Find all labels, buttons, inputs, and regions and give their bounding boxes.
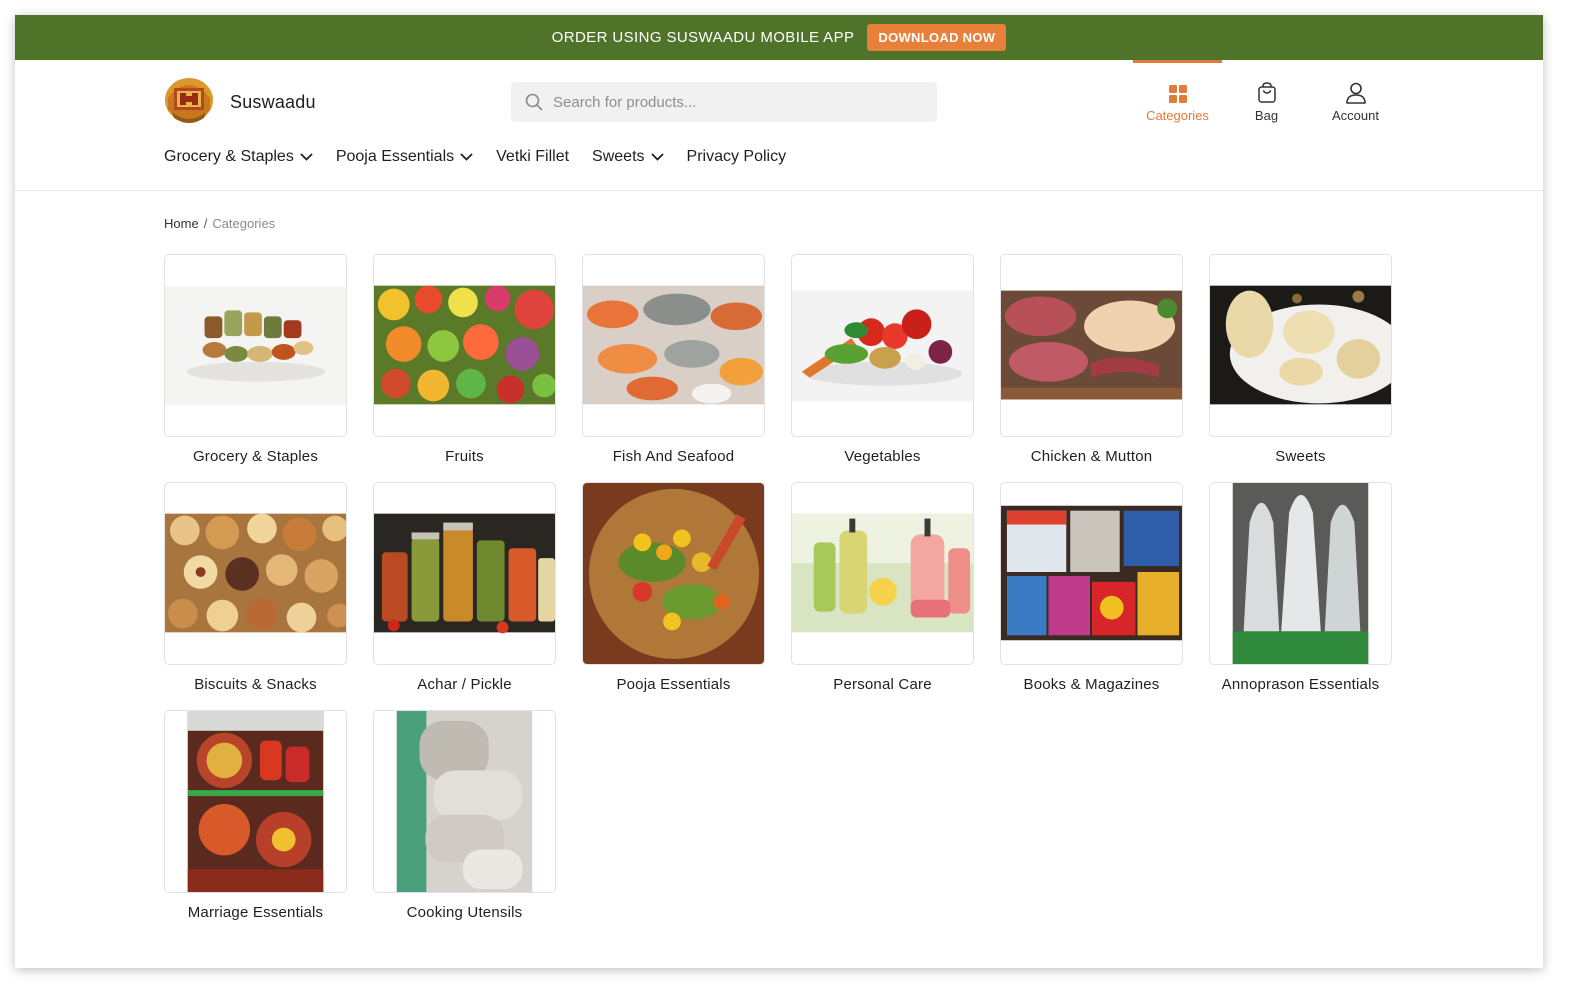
account-button[interactable]: Account bbox=[1311, 60, 1400, 130]
category-image bbox=[582, 482, 765, 665]
user-icon bbox=[1345, 82, 1366, 104]
category-card-annoprason-essentials[interactable]: Annoprason Essentials bbox=[1209, 482, 1392, 693]
category-label: Sweets bbox=[1275, 448, 1326, 465]
category-label: Fruits bbox=[445, 448, 484, 465]
category-card-marriage-essentials[interactable]: Marriage Essentials bbox=[164, 710, 347, 921]
main-nav: Grocery & Staples Pooja Essentials Vetki… bbox=[164, 148, 809, 166]
breadcrumb-separator: / bbox=[203, 216, 208, 231]
promo-text: ORDER USING SUSWAADU MOBILE APP bbox=[551, 29, 855, 46]
category-card-grocery-staples[interactable]: Grocery & Staples bbox=[164, 254, 347, 465]
category-card-fish-seafood[interactable]: Fish And Seafood bbox=[582, 254, 765, 465]
breadcrumb: Home / Categories bbox=[164, 216, 275, 231]
bag-button[interactable]: Bag bbox=[1222, 60, 1311, 130]
category-label: Annoprason Essentials bbox=[1221, 676, 1380, 693]
chevron-down-icon bbox=[460, 153, 473, 161]
brand-logo bbox=[165, 78, 213, 123]
category-card-sweets[interactable]: Sweets bbox=[1209, 254, 1392, 465]
grid-icon bbox=[1168, 85, 1187, 103]
search-icon bbox=[525, 93, 543, 111]
categories-label: Categories bbox=[1146, 108, 1209, 123]
promo-banner: ORDER USING SUSWAADU MOBILE APP DOWNLOAD… bbox=[15, 15, 1543, 60]
category-image bbox=[582, 254, 765, 437]
brand-name: Suswaadu bbox=[230, 91, 316, 112]
category-label: Achar / Pickle bbox=[417, 676, 512, 693]
nav-item-sweets[interactable]: Sweets bbox=[592, 148, 664, 166]
category-label: Vegetables bbox=[844, 448, 921, 465]
nav-label: Pooja Essentials bbox=[335, 148, 455, 165]
header-actions: Categories Bag Account bbox=[1133, 60, 1400, 130]
site-header: Suswaadu Categories bbox=[15, 60, 1543, 191]
category-image bbox=[791, 482, 974, 665]
category-card-pooja-essentials[interactable]: Pooja Essentials bbox=[582, 482, 765, 693]
breadcrumb-current: Categories bbox=[212, 216, 276, 231]
category-image bbox=[1000, 482, 1183, 665]
category-card-vegetables[interactable]: Vegetables bbox=[791, 254, 974, 465]
category-label: Personal Care bbox=[833, 676, 932, 693]
bag-icon bbox=[1257, 82, 1276, 103]
category-image bbox=[164, 710, 347, 893]
nav-label: Privacy Policy bbox=[686, 148, 787, 165]
category-label: Biscuits & Snacks bbox=[194, 676, 317, 693]
categories-button[interactable]: Categories bbox=[1133, 60, 1222, 130]
category-grid: Grocery & Staples Fruits Fish And Seafoo… bbox=[164, 254, 1392, 921]
chevron-down-icon bbox=[650, 153, 664, 161]
category-card-achar-pickle[interactable]: Achar / Pickle bbox=[373, 482, 556, 693]
account-label: Account bbox=[1332, 108, 1379, 123]
category-image bbox=[164, 254, 347, 437]
nav-item-privacy-policy[interactable]: Privacy Policy bbox=[687, 148, 787, 166]
category-label: Cooking Utensils bbox=[406, 904, 523, 921]
category-label: Chicken & Mutton bbox=[1030, 448, 1153, 465]
category-label: Pooja Essentials bbox=[616, 676, 731, 693]
category-image bbox=[373, 710, 556, 893]
category-card-books-magazines[interactable]: Books & Magazines bbox=[1000, 482, 1183, 693]
category-card-biscuits-snacks[interactable]: Biscuits & Snacks bbox=[164, 482, 347, 693]
nav-item-vetki-fillet[interactable]: Vetki Fillet bbox=[496, 148, 569, 166]
category-card-personal-care[interactable]: Personal Care bbox=[791, 482, 974, 693]
category-image bbox=[791, 254, 974, 437]
breadcrumb-home[interactable]: Home bbox=[164, 216, 199, 231]
search-bar[interactable] bbox=[511, 82, 937, 122]
bag-label: Bag bbox=[1254, 108, 1279, 123]
category-image bbox=[1000, 254, 1183, 437]
nav-item-pooja-essentials[interactable]: Pooja Essentials bbox=[336, 148, 473, 166]
download-now-button[interactable]: DOWNLOAD NOW bbox=[867, 24, 1007, 51]
category-label: Fish And Seafood bbox=[612, 448, 735, 465]
chevron-down-icon bbox=[300, 153, 313, 161]
nav-item-grocery-staples[interactable]: Grocery & Staples bbox=[164, 148, 313, 166]
category-image bbox=[1209, 254, 1392, 437]
category-card-cooking-utensils[interactable]: Cooking Utensils bbox=[373, 710, 556, 921]
nav-label: Vetki Fillet bbox=[496, 148, 570, 165]
category-label: Marriage Essentials bbox=[187, 904, 324, 921]
category-image bbox=[164, 482, 347, 665]
category-image bbox=[373, 254, 556, 437]
browser-window: ORDER USING SUSWAADU MOBILE APP DOWNLOAD… bbox=[15, 15, 1543, 968]
search-input[interactable] bbox=[553, 93, 893, 111]
nav-label: Grocery & Staples bbox=[164, 148, 294, 165]
category-image bbox=[373, 482, 556, 665]
category-card-fruits[interactable]: Fruits bbox=[373, 254, 556, 465]
brand-link[interactable]: Suswaadu bbox=[164, 76, 316, 128]
category-label: Grocery & Staples bbox=[192, 448, 319, 465]
category-card-chicken-mutton[interactable]: Chicken & Mutton bbox=[1000, 254, 1183, 465]
category-label: Books & Magazines bbox=[1023, 676, 1160, 693]
nav-label: Sweets bbox=[592, 148, 645, 165]
category-image bbox=[1209, 482, 1392, 665]
